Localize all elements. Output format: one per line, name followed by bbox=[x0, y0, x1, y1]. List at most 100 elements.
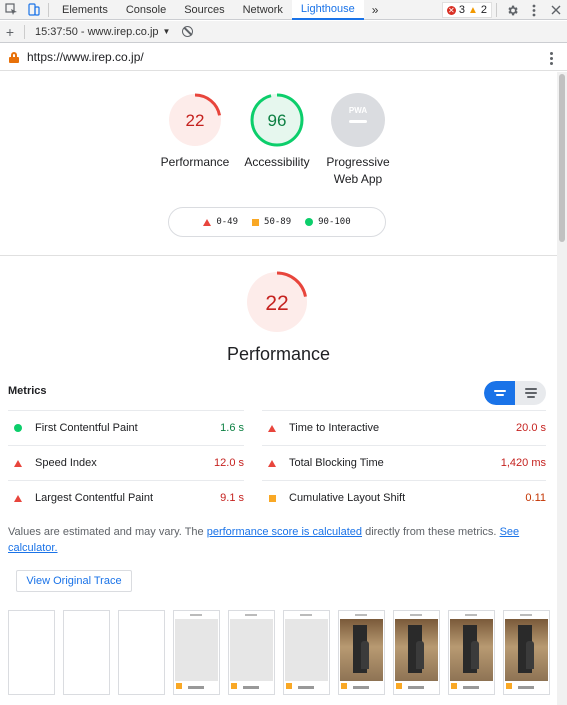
metric-time-to-interactive: Time to Interactive 20.0 s bbox=[262, 410, 546, 445]
lock-warning-icon bbox=[9, 51, 19, 63]
filmstrip-frame bbox=[63, 610, 110, 695]
report-url-bar: https://www.irep.co.jp/ bbox=[0, 44, 567, 71]
metric-value: 1.6 s bbox=[220, 422, 244, 434]
legend-pass: 90-100 bbox=[318, 217, 351, 227]
toolbar-separator bbox=[24, 24, 25, 39]
metric-value: 9.1 s bbox=[220, 492, 244, 504]
tab-elements[interactable]: Elements bbox=[53, 0, 117, 20]
error-count: 3 bbox=[458, 4, 465, 16]
metric-label: Speed Index bbox=[35, 457, 97, 469]
metric-speed-index: Speed Index 12.0 s bbox=[8, 445, 244, 480]
metrics-disclaimer: Values are estimated and may vary. The p… bbox=[8, 524, 548, 556]
new-report-plus-icon[interactable]: + bbox=[0, 24, 20, 40]
fail-triangle-icon bbox=[268, 424, 276, 432]
chevron-down-icon: ▼ bbox=[162, 27, 171, 36]
error-icon: ✕ bbox=[446, 5, 456, 15]
report-url[interactable]: https://www.irep.co.jp/ bbox=[27, 50, 144, 64]
disclaimer-text: Values are estimated and may vary. The bbox=[8, 526, 207, 538]
accessibility-score: 96 bbox=[268, 111, 287, 130]
fail-triangle-icon bbox=[14, 459, 22, 467]
legend-fail: 0-49 bbox=[216, 217, 239, 227]
pass-circle-icon bbox=[14, 424, 22, 432]
issues-counter[interactable]: ✕ 3 ▲ 2 bbox=[441, 2, 492, 18]
metric-cumulative-layout-shift: Cumulative Layout Shift 0.11 bbox=[262, 480, 546, 515]
tab-sources[interactable]: Sources bbox=[175, 0, 233, 20]
metrics-heading: Metrics bbox=[8, 385, 47, 397]
fail-triangle-icon bbox=[14, 494, 22, 502]
warning-icon: ▲ bbox=[467, 4, 478, 16]
disclaimer-text: directly from these metrics. bbox=[362, 526, 500, 538]
pwa-gauge[interactable]: PWA Progressive Web App bbox=[318, 92, 398, 188]
more-tabs-button[interactable]: » bbox=[364, 3, 387, 17]
fail-triangle-icon bbox=[268, 459, 276, 467]
filmstrip-frame bbox=[393, 610, 440, 695]
report-selector-label: 15:37:50 - www.irep.co.jp bbox=[35, 25, 159, 38]
filmstrip-frame bbox=[118, 610, 165, 695]
metrics-view-toggle[interactable] bbox=[484, 381, 546, 405]
metric-total-blocking-time: Total Blocking Time 1,420 ms bbox=[262, 445, 546, 480]
filmstrip-frame bbox=[503, 610, 550, 695]
report-menu-icon[interactable] bbox=[550, 52, 553, 65]
metric-value: 12.0 s bbox=[214, 457, 244, 469]
settings-gear-icon[interactable] bbox=[501, 0, 523, 20]
section-divider bbox=[0, 255, 557, 256]
scrollbar[interactable] bbox=[557, 72, 567, 705]
filmstrip bbox=[8, 610, 550, 695]
metric-label: Largest Contentful Paint bbox=[35, 492, 154, 504]
score-legend: 0-49 50-89 90-100 bbox=[168, 207, 386, 237]
fail-triangle-icon bbox=[203, 218, 212, 226]
filmstrip-frame bbox=[448, 610, 495, 695]
performance-gauge-label: Performance bbox=[160, 155, 230, 169]
metric-label: Cumulative Layout Shift bbox=[289, 492, 406, 504]
filmstrip-frame bbox=[173, 610, 220, 695]
performance-category-gauge: 22 bbox=[244, 270, 310, 334]
metric-value: 0.11 bbox=[525, 492, 546, 504]
report-selector[interactable]: 15:37:50 - www.irep.co.jp ▼ bbox=[29, 26, 176, 38]
pass-circle-icon bbox=[305, 218, 314, 226]
performance-category-title: Performance bbox=[226, 344, 331, 364]
more-options-icon[interactable] bbox=[523, 0, 545, 20]
metric-label: Total Blocking Time bbox=[289, 457, 384, 469]
inspect-element-icon[interactable] bbox=[0, 0, 22, 20]
svg-text:PWA: PWA bbox=[349, 106, 367, 115]
clear-reports-icon[interactable] bbox=[182, 26, 194, 37]
performance-gauge-ring: 22 bbox=[168, 93, 222, 147]
accessibility-gauge-label: Accessibility bbox=[244, 155, 310, 169]
performance-score-link[interactable]: performance score is calculated bbox=[207, 526, 362, 538]
tab-lighthouse[interactable]: Lighthouse bbox=[291, 0, 364, 20]
filmstrip-frame bbox=[338, 610, 385, 695]
filmstrip-frame bbox=[283, 610, 330, 695]
lighthouse-toolbar: + 15:37:50 - www.irep.co.jp ▼ bbox=[0, 21, 567, 43]
performance-score: 22 bbox=[186, 111, 205, 130]
view-original-trace-button[interactable]: View Original Trace bbox=[16, 570, 132, 592]
compact-view-button[interactable] bbox=[484, 381, 515, 405]
accessibility-gauge[interactable]: 96 Accessibility bbox=[242, 92, 312, 171]
accessibility-gauge-ring: 96 bbox=[250, 93, 304, 147]
metric-first-contentful-paint: First Contentful Paint 1.6 s bbox=[8, 410, 244, 445]
scrollbar-thumb[interactable] bbox=[559, 74, 565, 242]
performance-category-score: 22 bbox=[265, 292, 288, 315]
warning-count: 2 bbox=[480, 4, 487, 16]
pwa-gauge-label: Progressive Web App bbox=[326, 155, 390, 186]
filmstrip-frame bbox=[228, 610, 275, 695]
metric-value: 20.0 s bbox=[516, 422, 546, 434]
average-square-icon bbox=[268, 494, 276, 502]
tab-separator bbox=[496, 3, 497, 17]
tab-console[interactable]: Console bbox=[117, 0, 175, 20]
filmstrip-frame bbox=[8, 610, 55, 695]
close-devtools-icon[interactable] bbox=[545, 0, 567, 20]
average-square-icon bbox=[252, 218, 260, 226]
expanded-view-button[interactable] bbox=[515, 381, 546, 405]
metric-label: First Contentful Paint bbox=[35, 422, 138, 434]
metric-label: Time to Interactive bbox=[289, 422, 380, 434]
tab-separator bbox=[48, 2, 49, 17]
devtools-tab-bar: Elements Console Sources Network Lightho… bbox=[0, 0, 567, 20]
metric-largest-contentful-paint: Largest Contentful Paint 9.1 s bbox=[8, 480, 244, 515]
performance-gauge[interactable]: 22 Performance bbox=[160, 92, 230, 171]
performance-category-ring: 22 bbox=[246, 271, 308, 333]
tab-network[interactable]: Network bbox=[234, 0, 292, 20]
metric-value: 1,420 ms bbox=[500, 457, 546, 469]
pwa-badge-icon: PWA bbox=[331, 93, 385, 147]
legend-average: 50-89 bbox=[264, 217, 292, 227]
device-toolbar-icon[interactable] bbox=[22, 0, 44, 20]
